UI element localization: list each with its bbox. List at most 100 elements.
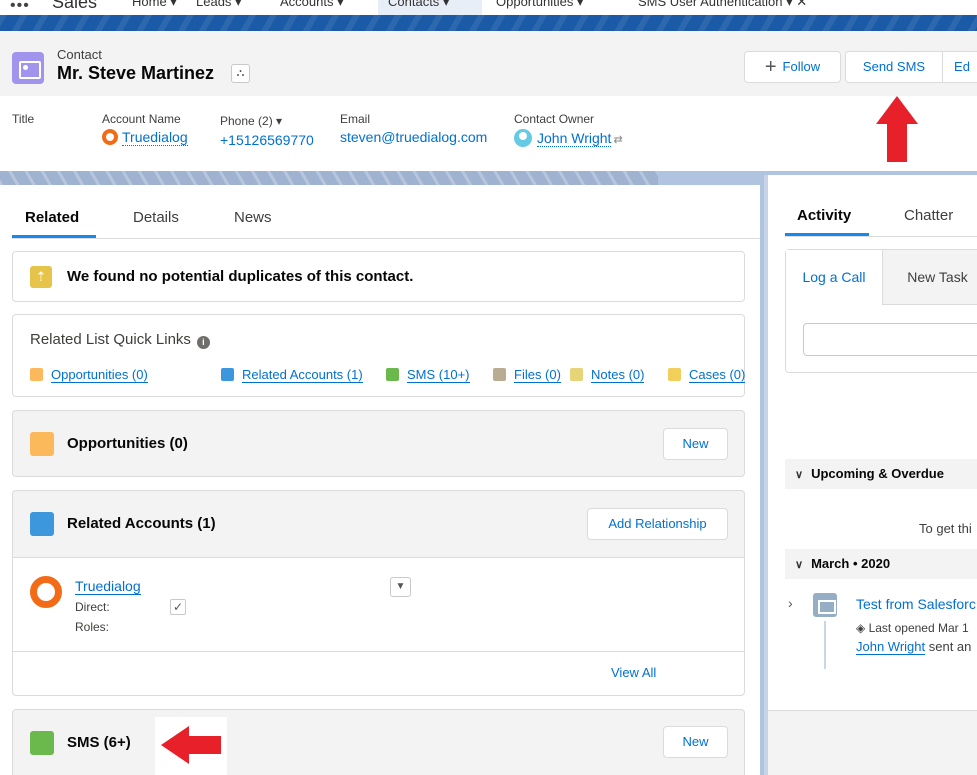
phone-value[interactable]: +15126569770 [220,132,314,148]
info-icon[interactable]: i [196,336,210,349]
new-opportunity-button[interactable]: New [663,428,728,460]
follow-button[interactable]: + Follow [744,51,841,83]
last-opened-text: Last opened Mar 1 [868,621,969,635]
record-tabs: Related Details News [12,185,760,239]
email-field: Email steven@truedialog.com [340,112,487,145]
related-account-row: Truedialog Direct: ✓ Roles: ▼ [13,557,744,651]
quick-links-title-text: Related List Quick Links [30,331,191,348]
month-section[interactable]: ∨ March • 2020 [785,549,977,579]
quick-link-opportunities[interactable]: Opportunities (0) [30,367,148,383]
row-actions-dropdown[interactable]: ▼ [390,577,411,597]
title-field: Title [12,112,34,126]
quick-link-label: Notes (0) [591,367,645,383]
opportunities-card: Opportunities (0) New [12,410,745,477]
edit-button[interactable]: Ed [942,51,977,83]
owner-link[interactable]: John Wright [537,130,612,147]
tab-new-task[interactable]: New Task [882,250,977,305]
tab-log-a-call[interactable]: Log a Call [786,250,882,305]
quick-link-notes[interactable]: Notes (0) [570,367,645,383]
email-icon [813,593,837,617]
quick-link-label: Cases (0) [689,367,746,383]
hierarchy-icon[interactable]: ⛬ [231,64,250,83]
record-title: Mr. Steve Martinez [57,63,215,83]
app-launcher-icon[interactable]: ••• [10,0,30,15]
quick-link-files[interactable]: Files (0) [493,367,561,383]
tab-activity[interactable]: Activity [797,207,851,224]
contact-icon [12,52,44,84]
quick-link-cases[interactable]: Cases (0) [668,367,746,383]
activity-user-link[interactable]: John Wright [856,639,926,655]
follow-label: Follow [782,59,821,74]
activity-footer [768,710,977,775]
section-title: March • 2020 [811,556,891,571]
nav-tab-sms-user-auth[interactable]: SMS User Authentication ▾ ✕ [628,0,817,15]
sms-title[interactable]: SMS (6+) [67,734,131,751]
nav-tab-home[interactable]: Home ▾ [122,0,187,15]
record-header: Contact Mr. Steve Martinez ⛬ + Follow Sen… [0,31,977,96]
empty-state-text: To get thi [919,521,972,536]
activity-item-meta: ◈ Last opened Mar 1 [856,621,969,635]
email-link[interactable]: steven@truedialog.com [340,129,487,145]
owner-label: Contact Owner [514,112,595,126]
direct-label: Direct: [75,600,110,614]
tab-news[interactable]: News [234,209,272,226]
tab-chatter[interactable]: Chatter [904,207,953,224]
send-sms-button[interactable]: Send SMS [845,51,943,83]
plus-icon: + [764,56,777,78]
phone-label[interactable]: Phone (2) ▾ [220,114,314,128]
new-sms-button[interactable]: New [663,726,728,758]
publisher-box: Log a Call New Task [785,249,977,373]
header-banner [0,15,977,31]
related-column: Related Details News ⇡ We found no poten… [0,185,760,775]
upcoming-overdue-section[interactable]: ∨ Upcoming & Overdue [785,459,977,489]
opportunities-title[interactable]: Opportunities (0) [67,435,188,452]
section-title: Upcoming & Overdue [811,466,944,481]
active-tab-indicator [12,235,96,238]
quick-link-label: Related Accounts (1) [242,367,363,383]
quick-link-label: Files (0) [514,367,561,383]
highlights-panel: Title Account Name Truedialog Phone (2) … [0,96,977,171]
direct-checkbox: ✓ [170,599,186,615]
activity-item-link[interactable]: Test from Salesforc [856,596,976,612]
tab-details[interactable]: Details [133,209,179,226]
change-owner-icon[interactable]: ⇄ [613,134,622,146]
decorative-band [0,171,658,185]
duplicate-rule-icon: ⇡ [30,266,52,288]
sms-phone-icon [30,731,54,755]
account-link[interactable]: Truedialog [122,129,188,146]
view-all-link[interactable]: View All [611,665,656,680]
quick-links-title: Related List Quick Links i [30,331,210,349]
nav-tab-contacts[interactable]: Contacts ▾ [378,0,482,15]
duplicates-card: ⇡ We found no potential duplicates of th… [12,251,745,302]
tracking-icon: ◈ [856,621,866,635]
publisher-input[interactable] [803,323,977,356]
quick-link-label: SMS (10+) [407,367,470,383]
nav-tab-opportunities[interactable]: Opportunities ▾ [486,0,593,15]
account-logo-icon [102,129,118,145]
arrow-shape [161,726,221,764]
account-label: Account Name [102,112,181,126]
related-account-link[interactable]: Truedialog [75,578,141,595]
quick-link-related-accounts[interactable]: Related Accounts (1) [221,367,363,383]
account-field: Account Name Truedialog [102,112,188,146]
phone-field: Phone (2) ▾ +15126569770 [220,114,314,148]
activity-panel: Activity Chatter Log a Call New Task ∨ Up… [764,175,977,775]
roles-label: Roles: [75,620,110,634]
owner-field: Contact Owner John Wright ⇄ [514,112,623,147]
cases-icon [668,368,681,381]
avatar [514,129,532,147]
add-relationship-button[interactable]: Add Relationship [587,508,728,540]
opportunities-icon [30,432,54,456]
nav-tab-accounts[interactable]: Accounts ▾ [270,0,354,15]
nav-tab-leads[interactable]: Leads ▾ [186,0,252,15]
top-nav: ••• Sales Home ▾ Leads ▾ Accounts ▾ Cont… [0,0,977,15]
title-label: Title [12,112,35,126]
quick-link-sms[interactable]: SMS (10+) [386,367,470,383]
files-icon [493,368,506,381]
quick-links-card: Related List Quick Links i Opportunities … [12,314,746,397]
sms-icon [386,368,399,381]
tab-related[interactable]: Related [25,209,79,226]
timeline-line [824,621,826,669]
chevron-right-icon[interactable]: › [788,595,793,611]
related-accounts-title[interactable]: Related Accounts (1) [67,515,216,532]
